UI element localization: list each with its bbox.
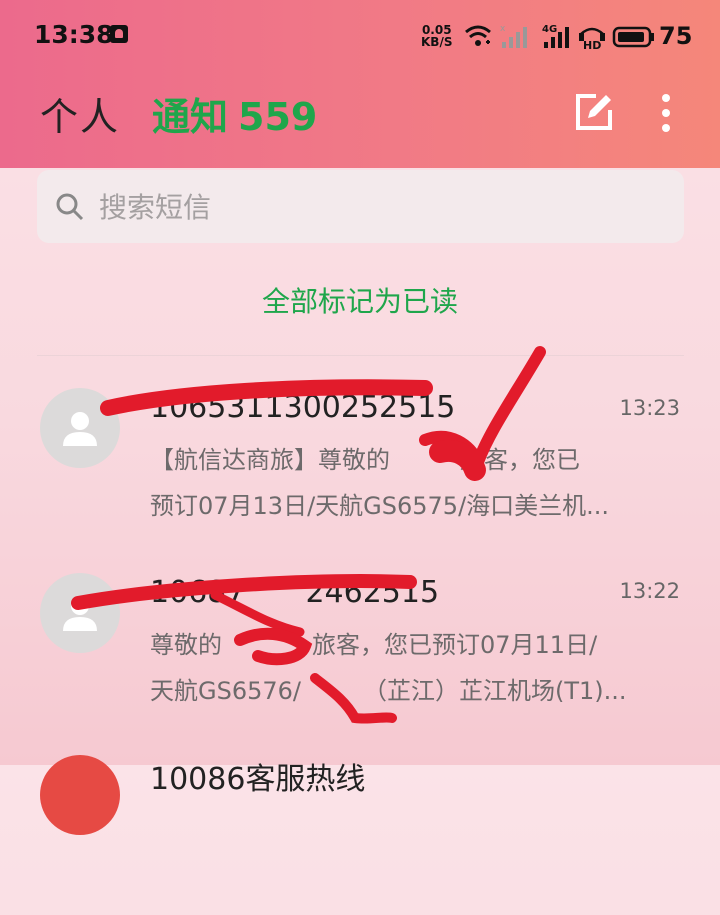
avatar [40, 388, 120, 468]
person-icon [63, 412, 97, 446]
search-icon [56, 193, 84, 221]
message-time: 13:23 [619, 396, 680, 420]
message-time: 13:22 [619, 579, 680, 603]
battery-icon [612, 26, 654, 48]
message-preview-line: 尊敬的 旅客，您已预订07月11日/ [150, 631, 598, 659]
net-speed-unit: KB/S [421, 35, 453, 49]
message-item[interactable]: 1065311300252515 13:23 【航信达商旅】尊敬的 旅客，您已 预… [0, 370, 720, 545]
mark-all-read-button[interactable]: 全部标记为已读 [0, 280, 720, 320]
person-icon [63, 597, 97, 631]
status-bar: 13:38 0.05 KB/S x 4G HD 75 [0, 0, 720, 72]
signal-4g-icon: 4G [542, 24, 569, 48]
more-options-icon[interactable] [650, 92, 682, 134]
compose-icon[interactable] [574, 92, 614, 132]
search-input[interactable] [97, 186, 661, 228]
network-label: 4G [542, 24, 557, 35]
avatar [40, 573, 120, 653]
battery-percent: 75 [659, 22, 693, 50]
avatar [40, 755, 120, 835]
message-preview-line: 【航信达商旅】尊敬的 旅客，您已 [150, 446, 580, 474]
notification-icon [110, 25, 128, 43]
tab-personal[interactable]: 个人 [40, 86, 120, 141]
notify-count: 559 [238, 95, 318, 139]
message-sender: 10086客服热线 [150, 762, 366, 797]
status-icons: x 4G HD [465, 24, 654, 52]
message-preview-line: 天航GS6576/（芷江）芷江机场(T1)... [150, 677, 627, 705]
svg-text:x: x [500, 24, 506, 34]
wifi-icon [465, 25, 491, 46]
signal-weak-icon: x [500, 24, 527, 48]
divider [37, 355, 684, 356]
message-sender: 10687 2462515 [150, 575, 440, 610]
message-preview-line: 预订07月13日/天航GS6575/海口美兰机... [150, 492, 610, 520]
hd-label: HD [583, 39, 601, 52]
app-header: 个人 通知 559 [0, 72, 720, 168]
message-sender: 1065311300252515 [150, 390, 456, 425]
search-bar[interactable] [37, 170, 684, 243]
hd-voice-icon: HD [579, 27, 605, 52]
tab-notify-label: 通知 [152, 95, 229, 139]
top-bar: 13:38 0.05 KB/S x 4G HD 75 个人 通知 559 [0, 0, 720, 168]
status-time: 13:38 [34, 20, 114, 49]
tab-notify[interactable]: 通知 559 [152, 86, 317, 141]
message-item[interactable]: 10687 2462515 13:22 尊敬的 旅客，您已预订07月11日/ 天航G… [0, 555, 720, 730]
net-speed: 0.05 KB/S [421, 24, 452, 48]
